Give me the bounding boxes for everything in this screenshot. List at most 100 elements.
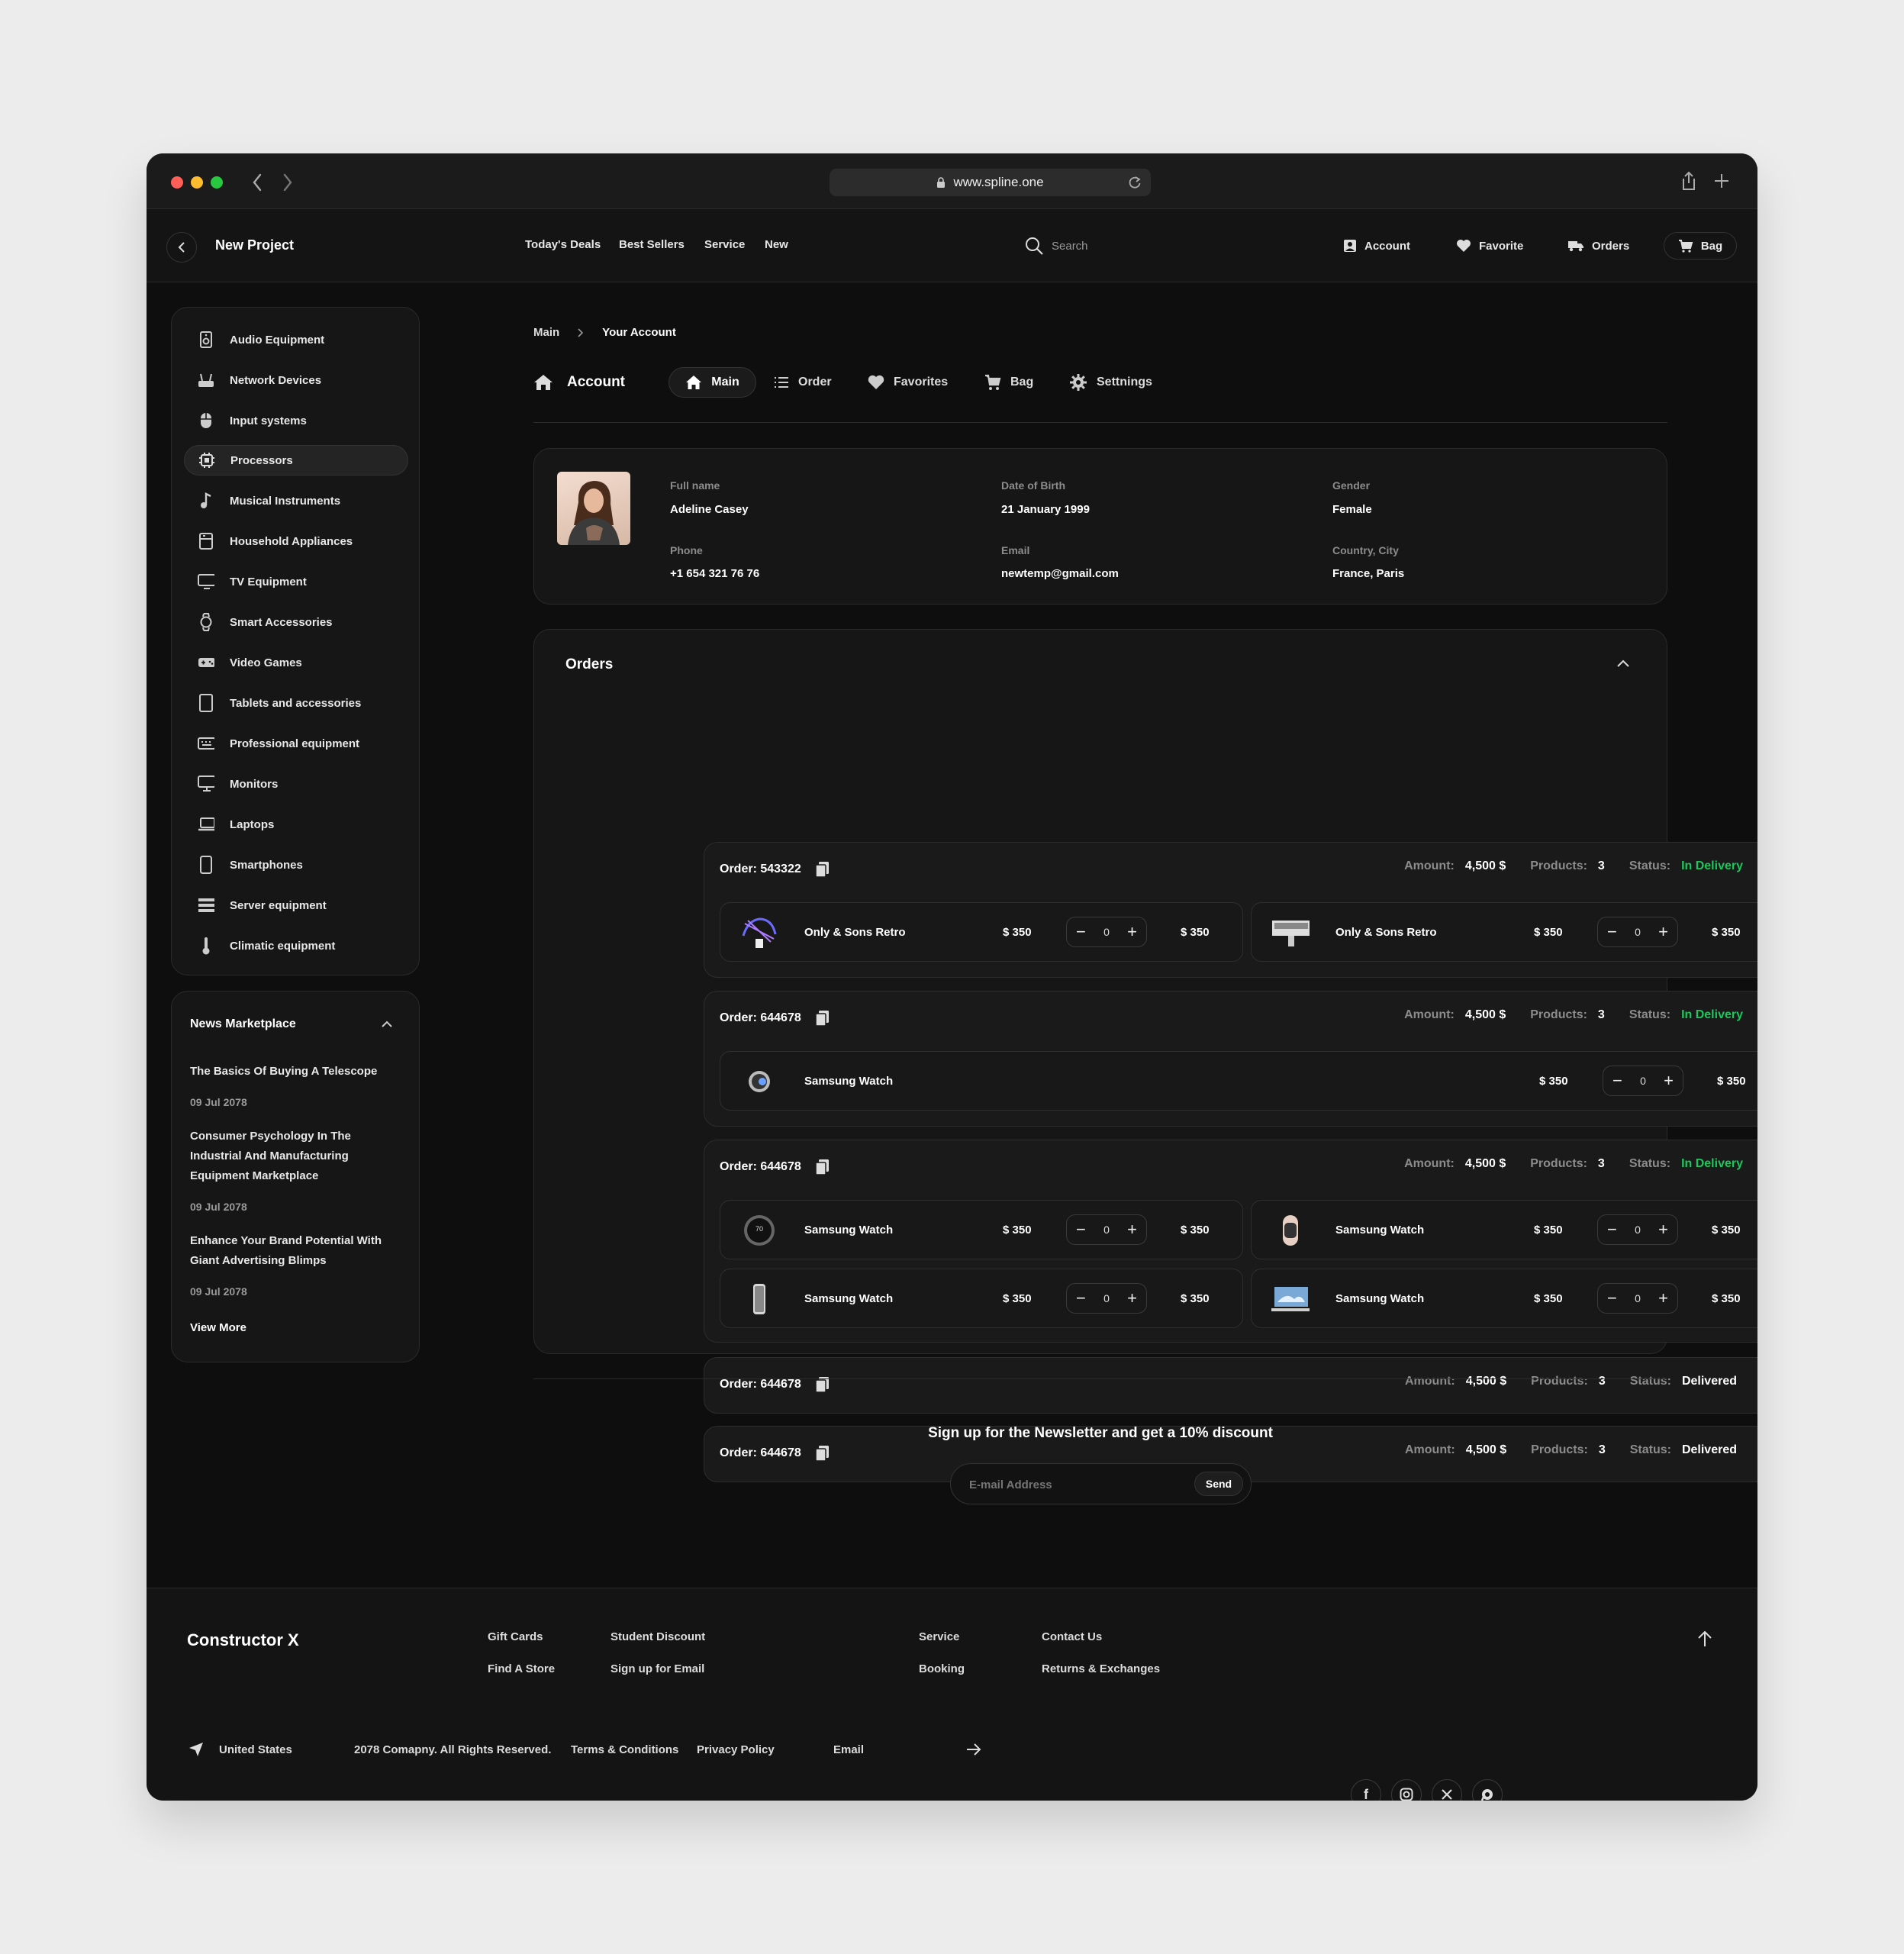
sidebar-item-professional-equipment[interactable]: Professional equipment — [184, 728, 408, 759]
new-tab-icon[interactable] — [1714, 173, 1729, 189]
footer-signup-email[interactable]: Sign up for Email — [611, 1662, 704, 1675]
products-label: Products: — [1530, 1008, 1587, 1021]
site-header: New Project Today's Deals Best Sellers S… — [147, 209, 1757, 282]
sidebar-item-smartphones[interactable]: Smartphones — [184, 850, 408, 880]
plus-icon[interactable]: + — [1664, 1072, 1674, 1089]
footer-privacy[interactable]: Privacy Policy — [697, 1743, 775, 1756]
sidebar-item-tv-equipment[interactable]: TV Equipment — [184, 566, 408, 597]
plus-icon[interactable]: + — [1658, 1290, 1668, 1307]
reload-icon[interactable] — [1128, 176, 1142, 189]
account-link[interactable]: Account — [1343, 232, 1410, 260]
sidebar-item-laptops[interactable]: Laptops — [184, 809, 408, 840]
lock-icon — [937, 176, 946, 188]
favorite-link[interactable]: Favorite — [1456, 232, 1523, 260]
chevron-up-icon[interactable] — [381, 1021, 393, 1028]
minus-icon[interactable]: − — [1076, 1290, 1086, 1307]
share-icon[interactable] — [1680, 170, 1697, 192]
product-name[interactable]: Samsung Watch — [804, 1224, 893, 1237]
search-box[interactable]: Search — [1024, 232, 1088, 260]
email-input[interactable] — [969, 1473, 1168, 1496]
view-more-link[interactable]: View More — [190, 1321, 246, 1334]
minus-icon[interactable]: − — [1612, 1072, 1622, 1089]
footer-contact-us[interactable]: Contact Us — [1042, 1630, 1102, 1643]
quantity-value[interactable]: 0 — [1635, 1224, 1641, 1236]
product-name[interactable]: Samsung Watch — [1335, 1224, 1424, 1237]
product-name[interactable]: Samsung Watch — [804, 1292, 893, 1305]
sidebar-item-server-equipment[interactable]: Server equipment — [184, 890, 408, 921]
arrow-right-icon[interactable] — [966, 1743, 981, 1756]
sidebar-item-input-systems[interactable]: Input systems — [184, 405, 408, 436]
search-placeholder: Search — [1052, 239, 1088, 253]
footer-service[interactable]: Service — [919, 1630, 959, 1643]
tab-main[interactable]: Main — [668, 367, 756, 398]
footer-booking[interactable]: Booking — [919, 1662, 965, 1675]
nav-service[interactable]: Service — [704, 238, 745, 251]
minus-icon[interactable]: − — [1607, 1290, 1617, 1307]
maximize-window-button[interactable] — [211, 176, 223, 189]
minimize-window-button[interactable] — [191, 176, 203, 189]
sidebar-item-network-devices[interactable]: Network Devices — [184, 365, 408, 395]
footer-gift-cards[interactable]: Gift Cards — [488, 1630, 543, 1643]
tab-bag[interactable]: Bag — [984, 367, 1033, 398]
sidebar-item-processors[interactable]: Processors — [184, 445, 408, 476]
orders-link[interactable]: Orders — [1567, 232, 1629, 260]
header-back-button[interactable] — [166, 232, 197, 263]
sidebar-item-tablets[interactable]: Tablets and accessories — [184, 688, 408, 718]
tab-favorites[interactable]: Favorites — [868, 367, 948, 398]
plus-icon[interactable]: + — [1127, 1290, 1137, 1307]
quantity-value[interactable]: 0 — [1635, 1292, 1641, 1304]
nav-new[interactable]: New — [765, 238, 788, 251]
quantity-value[interactable]: 0 — [1640, 1075, 1646, 1087]
nav-best-sellers[interactable]: Best Sellers — [619, 238, 685, 251]
minus-icon[interactable]: − — [1607, 1221, 1617, 1238]
footer-email-label[interactable]: Email — [833, 1743, 864, 1756]
product-name[interactable]: Only & Sons Retro — [1335, 926, 1437, 939]
plus-icon[interactable]: + — [1127, 924, 1137, 940]
plus-icon[interactable]: + — [1658, 924, 1668, 940]
nav-todays-deals[interactable]: Today's Deals — [525, 238, 601, 251]
footer-terms[interactable]: Terms & Conditions — [571, 1743, 678, 1756]
news-item-title[interactable]: Consumer Psychology In The Industrial An… — [190, 1127, 388, 1186]
sidebar-item-climatic-equipment[interactable]: Climatic equipment — [184, 930, 408, 961]
send-button[interactable]: Send — [1194, 1472, 1243, 1496]
order-label: Order: — [720, 1160, 757, 1173]
forward-arrow-icon[interactable] — [282, 173, 293, 192]
quantity-value[interactable]: 0 — [1103, 1224, 1110, 1236]
plus-icon[interactable]: + — [1127, 1221, 1137, 1238]
copy-icon[interactable] — [815, 1159, 830, 1175]
close-window-button[interactable] — [171, 176, 183, 189]
tab-order[interactable]: Order — [774, 367, 832, 398]
minus-icon[interactable]: − — [1607, 924, 1617, 940]
minus-icon[interactable]: − — [1076, 924, 1086, 940]
tab-settings[interactable]: Settnings — [1069, 367, 1152, 398]
copy-icon[interactable] — [815, 1445, 830, 1462]
footer-country[interactable]: United States — [219, 1743, 292, 1756]
footer-student-discount[interactable]: Student Discount — [611, 1630, 705, 1643]
footer-returns[interactable]: Returns & Exchanges — [1042, 1662, 1160, 1675]
news-item-title[interactable]: Enhance Your Brand Potential With Giant … — [190, 1231, 388, 1271]
sidebar-item-monitors[interactable]: Monitors — [184, 769, 408, 799]
product-name[interactable]: Only & Sons Retro — [804, 926, 906, 939]
copy-icon[interactable] — [815, 861, 830, 878]
sidebar-item-musical-instruments[interactable]: Musical Instruments — [184, 485, 408, 516]
quantity-value[interactable]: 0 — [1635, 926, 1641, 938]
product-name[interactable]: Samsung Watch — [1335, 1292, 1424, 1305]
sidebar-item-smart-accessories[interactable]: Smart Accessories — [184, 607, 408, 637]
sidebar-item-household-appliances[interactable]: Household Appliances — [184, 526, 408, 556]
back-arrow-icon[interactable] — [252, 173, 263, 192]
plus-icon[interactable]: + — [1658, 1221, 1668, 1238]
quantity-value[interactable]: 0 — [1103, 1292, 1110, 1304]
bag-button[interactable]: Bag — [1664, 232, 1737, 260]
minus-icon[interactable]: − — [1076, 1221, 1086, 1238]
copy-icon[interactable] — [815, 1010, 830, 1027]
news-item-title[interactable]: The Basics Of Buying A Telescope — [190, 1062, 388, 1082]
quantity-value[interactable]: 0 — [1103, 926, 1110, 938]
product-name[interactable]: Samsung Watch — [804, 1075, 893, 1088]
breadcrumb-main[interactable]: Main — [533, 326, 559, 339]
sidebar-item-audio-equipment[interactable]: Audio Equipment — [184, 324, 408, 355]
url-bar[interactable]: www.spline.one — [830, 169, 1151, 196]
footer-find-store[interactable]: Find A Store — [488, 1662, 555, 1675]
chevron-up-icon[interactable] — [1616, 659, 1630, 668]
arrow-up-icon[interactable] — [1697, 1630, 1712, 1647]
sidebar-item-video-games[interactable]: Video Games — [184, 647, 408, 678]
